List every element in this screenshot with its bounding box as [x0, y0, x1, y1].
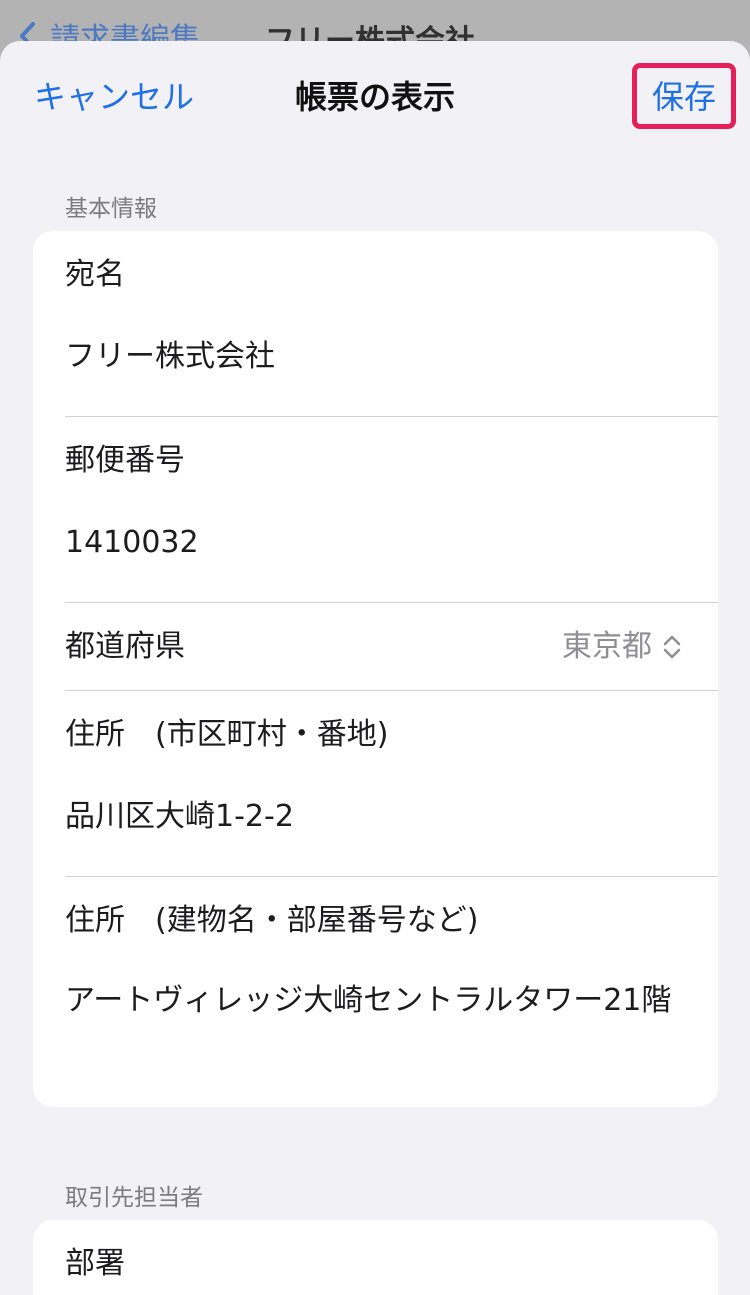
chevron-up-down-icon	[663, 635, 681, 659]
address1-label: 住所 (市区町村・番地)	[65, 717, 389, 752]
prefecture-value: 東京都	[562, 629, 652, 664]
recipient-label: 宛名	[65, 257, 125, 292]
recipient-field[interactable]: フリー株式会社	[65, 337, 275, 377]
sheet-nav-bar: キャンセル 帳票の表示 保存	[0, 41, 750, 153]
divider	[65, 876, 718, 877]
address2-field[interactable]: アートヴィレッジ大崎セントラルタワー21階	[65, 972, 685, 1030]
modal-sheet: キャンセル 帳票の表示 保存 基本情報 宛名 フリー株式会社 郵便番号 1410…	[0, 41, 750, 1295]
postal-code-label: 郵便番号	[65, 443, 185, 478]
address2-label: 住所 (建物名・部屋番号など)	[65, 903, 479, 938]
section-header-contact: 取引先担当者	[65, 1185, 203, 1211]
postal-code-field[interactable]: 1410032	[65, 523, 199, 563]
basic-info-card: 宛名 フリー株式会社 郵便番号 1410032 都道府県 東京都 住所 (市区町…	[33, 231, 718, 1107]
contact-card: 部署	[33, 1220, 718, 1295]
save-button[interactable]: 保存	[652, 75, 716, 119]
prefecture-label: 都道府県	[65, 629, 185, 664]
department-label: 部署	[65, 1246, 125, 1281]
address1-field[interactable]: 品川区大崎1-2-2	[65, 797, 294, 837]
prefecture-picker[interactable]: 東京都	[562, 627, 682, 667]
divider	[65, 602, 718, 603]
section-header-basic-info: 基本情報	[65, 196, 157, 222]
divider	[65, 690, 718, 691]
divider	[65, 416, 718, 417]
